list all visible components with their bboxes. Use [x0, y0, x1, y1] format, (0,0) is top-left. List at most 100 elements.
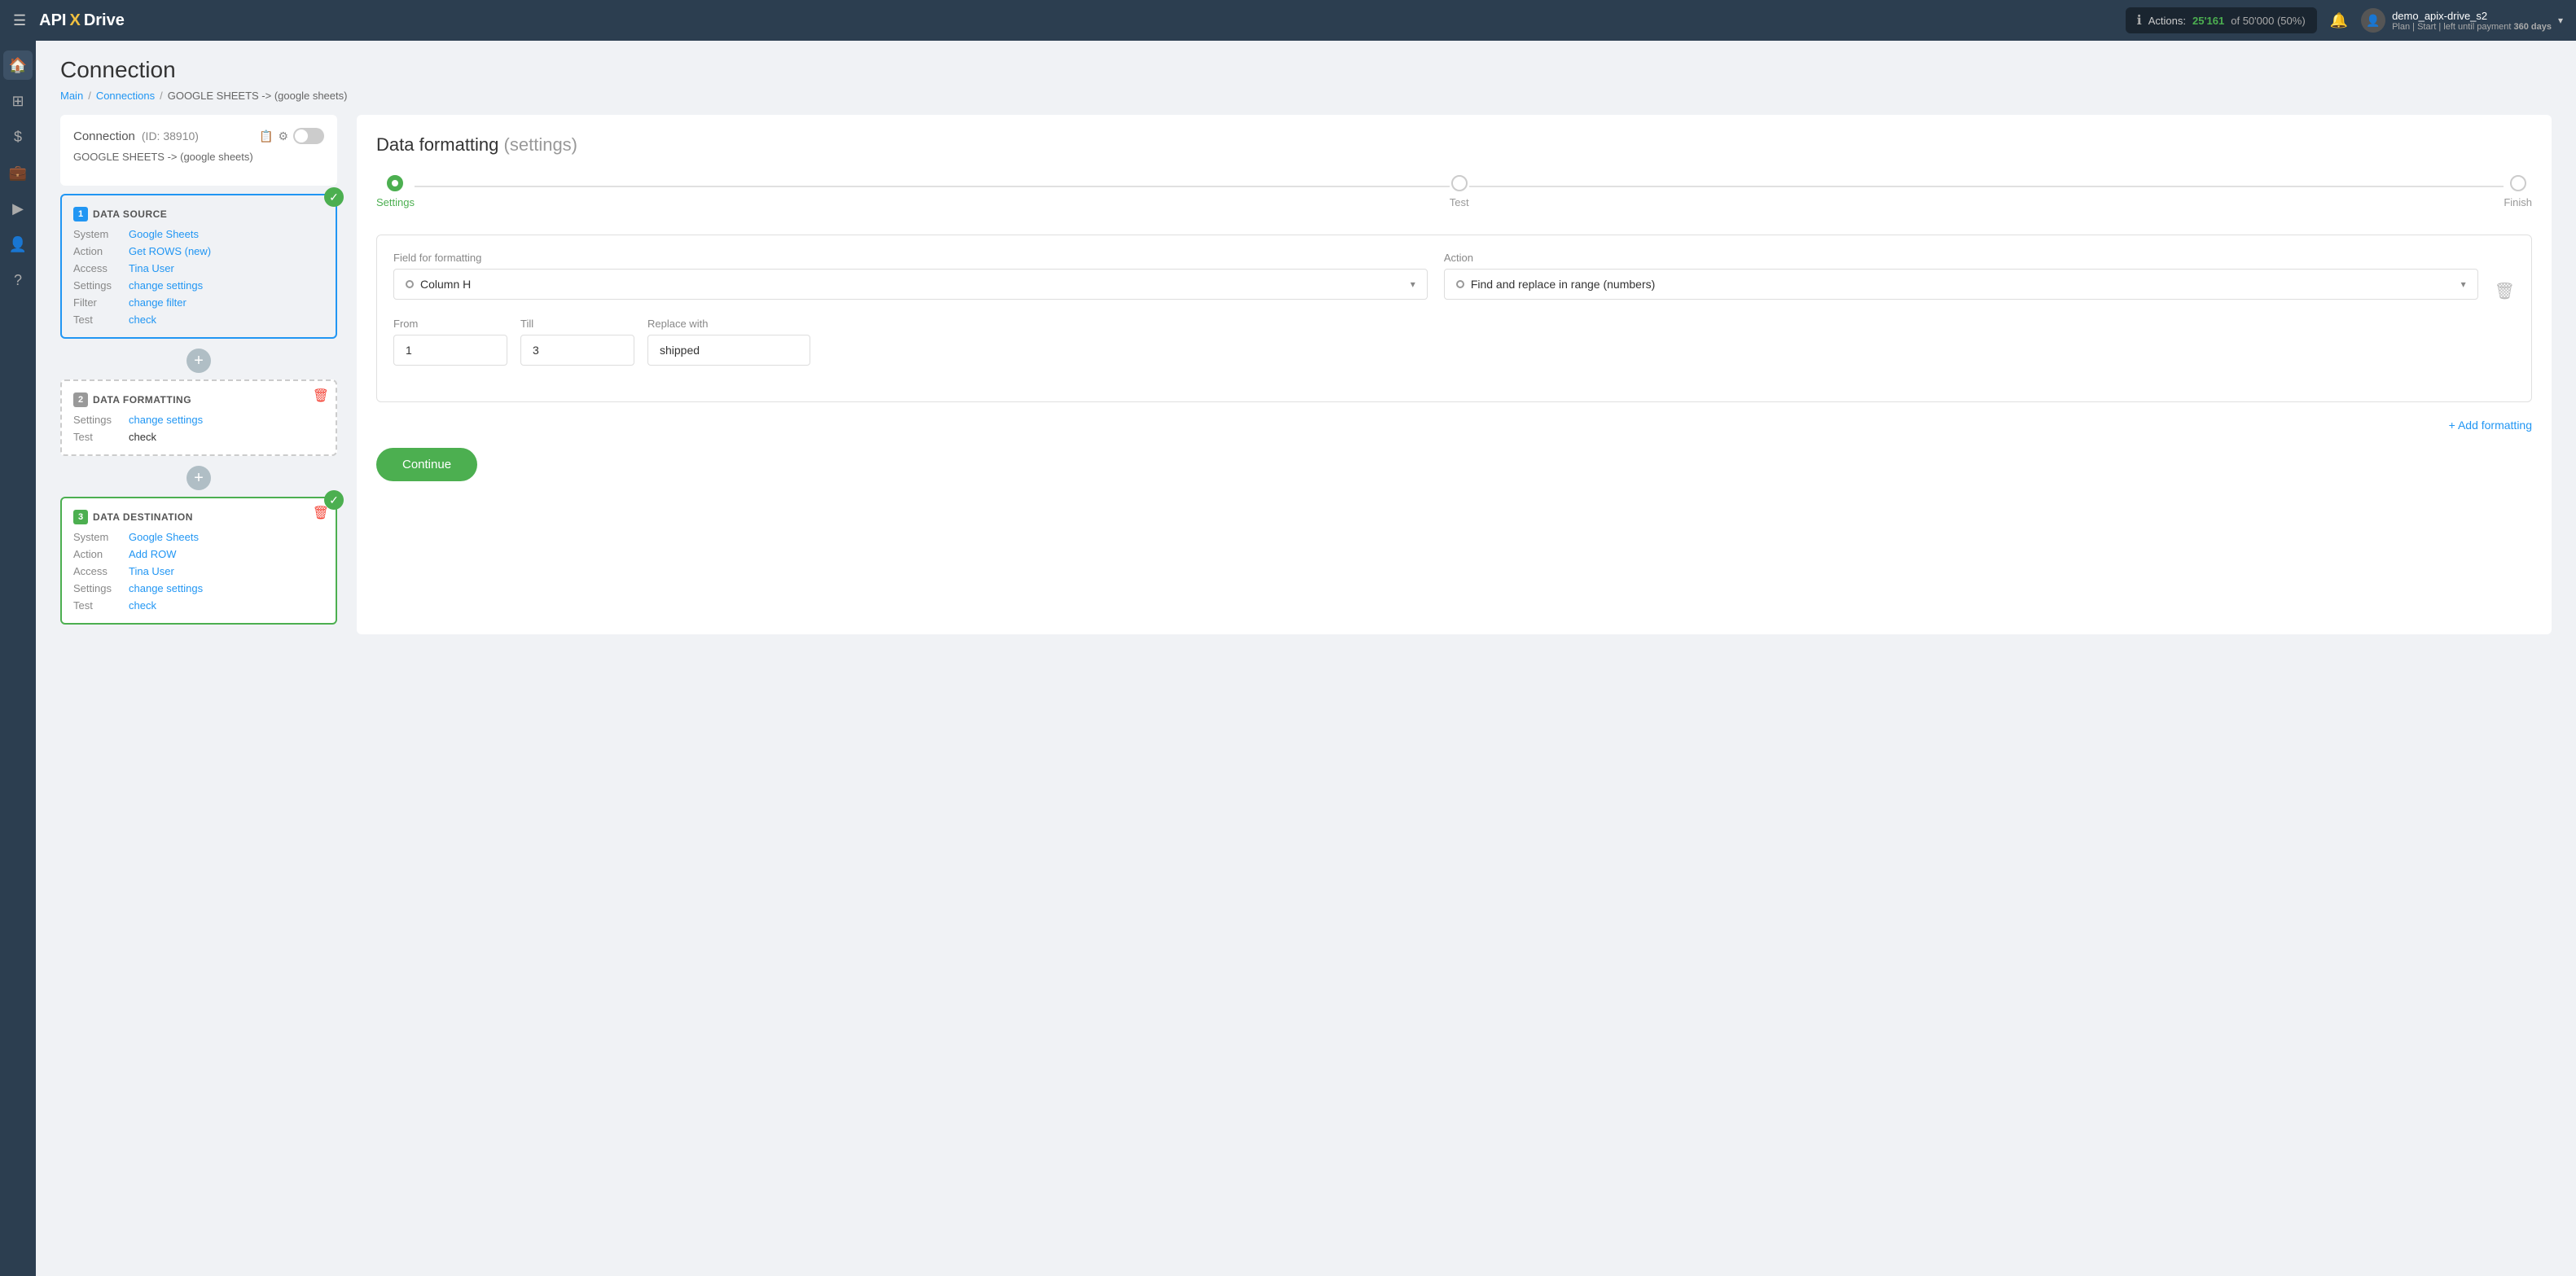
replace-with-label: Replace with — [647, 318, 810, 330]
step-test-label: Test — [1450, 196, 1469, 208]
user-name: demo_apix-drive_s2 — [2392, 10, 2552, 22]
sidebar-item-connections[interactable]: ⊞ — [3, 86, 33, 116]
action-value: Find and replace in range (numbers) — [1471, 278, 2455, 291]
table-row: Action Add ROW — [73, 548, 324, 560]
connection-toggle[interactable] — [293, 128, 324, 144]
block3-number: 3 — [73, 510, 88, 524]
step-finish-circle — [2510, 175, 2526, 191]
from-group: From — [393, 318, 507, 366]
table-row: Settings change settings — [73, 414, 324, 426]
chevron-down-icon: ▾ — [2461, 278, 2466, 290]
right-panel: Data formatting (settings) Settings Test — [357, 115, 2552, 634]
add-between-2-3-button[interactable]: + — [187, 466, 211, 490]
block2-test: check — [129, 431, 156, 443]
from-till-replace-row: From Till Replace with — [393, 318, 2515, 366]
block3-settings-link[interactable]: change settings — [129, 582, 203, 594]
block3-test-link[interactable]: check — [129, 599, 156, 612]
table-row: Settings change settings — [73, 279, 324, 292]
table-row: Settings change settings — [73, 582, 324, 594]
block3-action-link[interactable]: Add ROW — [129, 548, 177, 560]
table-row: Test check — [73, 431, 324, 443]
block-data-destination: ✓ 🗑 3 DATA DESTINATION System Google She… — [60, 497, 337, 625]
replace-with-group: Replace with — [647, 318, 810, 366]
steps-progress: Settings Test Finish — [376, 175, 2532, 208]
block1-action-link[interactable]: Get ROWS (new) — [129, 245, 211, 257]
step-settings-label: Settings — [376, 196, 415, 208]
avatar: 👤 — [2361, 8, 2385, 33]
page-header: Connection Main / Connections / GOOGLE S… — [36, 41, 2576, 102]
step-settings-circle — [387, 175, 403, 191]
from-input[interactable] — [393, 335, 507, 366]
block-data-source: ✓ 1 DATA SOURCE System Google Sheets Act… — [60, 194, 337, 339]
content-area: Connection (ID: 38910) 📋 ⚙ GOOGLE SHEETS… — [36, 115, 2576, 659]
settings-icon[interactable]: ⚙ — [278, 129, 288, 143]
select-dot-icon — [406, 280, 414, 288]
copy-icon[interactable]: 📋 — [259, 129, 273, 143]
logo: APIXDrive — [39, 11, 125, 30]
select-dot-icon — [1456, 280, 1464, 288]
block1-access-link[interactable]: Tina User — [129, 262, 174, 274]
block1-system-link[interactable]: Google Sheets — [129, 228, 199, 240]
block2-title: DATA FORMATTING — [93, 394, 191, 406]
step-test: Test — [1450, 175, 1469, 208]
table-row: System Google Sheets — [73, 228, 324, 240]
block1-settings-link[interactable]: change settings — [129, 279, 203, 292]
table-row: Filter change filter — [73, 296, 324, 309]
left-panel: Connection (ID: 38910) 📋 ⚙ GOOGLE SHEETS… — [60, 115, 337, 634]
block3-system-link[interactable]: Google Sheets — [129, 531, 199, 543]
continue-button[interactable]: Continue — [376, 448, 477, 481]
block1-filter-link[interactable]: change filter — [129, 296, 187, 309]
block1-number: 1 — [73, 207, 88, 221]
sidebar-item-media[interactable]: ▶ — [3, 194, 33, 223]
connection-title: Connection (ID: 38910) 📋 ⚙ — [73, 128, 324, 144]
sidebar-item-briefcase[interactable]: 💼 — [3, 158, 33, 187]
sidebar: 🏠 ⊞ $ 💼 ▶ 👤 ? — [0, 41, 36, 1276]
user-plan: Plan | Start | left until payment 360 da… — [2392, 22, 2552, 32]
action-group: Action Find and replace in range (number… — [1444, 252, 2478, 300]
field-for-formatting-label: Field for formatting — [393, 252, 1428, 264]
till-group: Till — [520, 318, 634, 366]
block2-number: 2 — [73, 392, 88, 407]
replace-with-input[interactable] — [647, 335, 810, 366]
user-menu[interactable]: 👤 demo_apix-drive_s2 Plan | Start | left… — [2361, 8, 2563, 33]
main-content: Connection Main / Connections / GOOGLE S… — [36, 41, 2576, 1276]
table-row: Access Tina User — [73, 262, 324, 274]
from-label: From — [393, 318, 507, 330]
step-finish-label: Finish — [2504, 196, 2532, 208]
action-label: Action — [1444, 252, 2478, 264]
step-settings: Settings — [376, 175, 415, 208]
connection-header-box: Connection (ID: 38910) 📋 ⚙ GOOGLE SHEETS… — [60, 115, 337, 186]
block2-delete-icon[interactable]: 🗑 — [313, 388, 329, 404]
breadcrumb-current: GOOGLE SHEETS -> (google sheets) — [168, 90, 348, 102]
field-for-formatting-value: Column H — [420, 278, 1404, 291]
add-formatting-button[interactable]: + Add formatting — [2449, 419, 2532, 432]
delete-formatting-button[interactable]: 🗑 — [2495, 281, 2515, 301]
add-between-1-2-button[interactable]: + — [187, 349, 211, 373]
block1-test-link[interactable]: check — [129, 314, 156, 326]
field-for-formatting-group: Field for formatting Column H ▾ — [393, 252, 1428, 300]
step-finish: Finish — [2504, 175, 2532, 208]
breadcrumb-main[interactable]: Main — [60, 90, 83, 102]
page-title: Connection — [60, 57, 2552, 83]
table-row: Test check — [73, 314, 324, 326]
breadcrumb-connections[interactable]: Connections — [96, 90, 155, 102]
hamburger-icon[interactable]: ☰ — [13, 12, 26, 29]
bell-icon[interactable]: 🔔 — [2330, 12, 2348, 29]
action-select[interactable]: Find and replace in range (numbers) ▾ — [1444, 269, 2478, 300]
table-row: Access Tina User — [73, 565, 324, 577]
topnav: ☰ APIXDrive ℹ Actions: 25'161 of 50'000 … — [0, 0, 2576, 41]
step-test-circle — [1451, 175, 1468, 191]
table-row: System Google Sheets — [73, 531, 324, 543]
block3-access-link[interactable]: Tina User — [129, 565, 174, 577]
till-input[interactable] — [520, 335, 634, 366]
sidebar-item-billing[interactable]: $ — [3, 122, 33, 151]
till-label: Till — [520, 318, 634, 330]
field-for-formatting-select[interactable]: Column H ▾ — [393, 269, 1428, 300]
sidebar-item-help[interactable]: ? — [3, 265, 33, 295]
block2-settings-link[interactable]: change settings — [129, 414, 203, 426]
field-action-row: Field for formatting Column H ▾ Action — [393, 252, 2515, 301]
block3-delete-icon[interactable]: 🗑 — [313, 505, 329, 521]
sidebar-item-home[interactable]: 🏠 — [3, 50, 33, 80]
sidebar-item-user[interactable]: 👤 — [3, 230, 33, 259]
panel-title: Data formatting (settings) — [376, 134, 2532, 156]
